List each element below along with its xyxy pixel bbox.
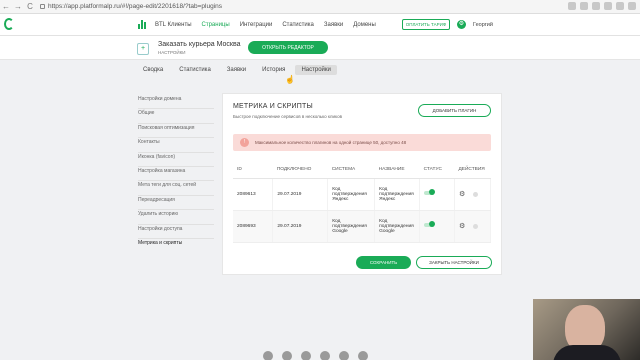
telegram-icon[interactable]	[282, 351, 292, 360]
sidebar-item-general[interactable]: Общие	[138, 109, 214, 124]
alert-icon: !	[240, 138, 249, 147]
sidebar-item-delete-history[interactable]: Удалить историю	[138, 210, 214, 225]
table-row: 2089613 29.07.2019 Код подтверждения Янд…	[233, 178, 491, 211]
settings-icon[interactable]: ⚙	[457, 20, 466, 29]
add-plugin-button[interactable]: ДОБАВИТЬ ПЛАГИН	[418, 104, 491, 117]
table-header: ID ПОДКЛЮЧЕНО СИСТЕМА НАЗВАНИЕ СТАТУС ДЕ…	[233, 162, 491, 179]
cell-actions: ⚙	[454, 178, 491, 211]
vk-icon[interactable]	[301, 351, 311, 360]
cell-id: 2089613	[233, 178, 274, 211]
sidebar-item-shop[interactable]: Настройка магазина	[138, 167, 214, 182]
column-header[interactable]: ID	[233, 162, 273, 179]
extension-icon[interactable]	[616, 2, 624, 10]
tab-requests[interactable]: Заявки	[221, 65, 252, 75]
pay-tariff-button[interactable]: ОПЛАТИТЬ ТАРИФ	[402, 19, 450, 30]
tab-summary[interactable]: Сводка	[137, 65, 169, 75]
cell-status	[419, 178, 455, 211]
browser-toolbar: ← → C https://app.platformalp.ru/#!/page…	[0, 0, 640, 14]
page-icon[interactable]: +	[137, 43, 149, 55]
page-subtitle: НАСТРОЙКИ	[158, 50, 186, 55]
sidebar-item-redirect[interactable]: Переадресация	[138, 196, 214, 211]
webcam-overlay	[533, 299, 640, 360]
extension-icon[interactable]	[628, 2, 636, 10]
cell-name: Код подтверждения Яндекс	[374, 178, 421, 211]
menu-item-requests[interactable]: Заявки	[324, 22, 343, 28]
sidebar-item-contacts[interactable]: Контакты	[138, 138, 214, 153]
menu-item-statistics[interactable]: Статистика	[282, 22, 314, 28]
extension-icon[interactable]	[604, 2, 612, 10]
table-row: 2089693 29.07.2019 Код подтверждения Goo…	[233, 210, 491, 243]
card-subtitle: Быстрое подключение сервисов в несколько…	[233, 114, 342, 119]
top-navigation: BTL Клиенты Страницы Интеграции Статисти…	[0, 14, 640, 36]
page-title: Заказать курьера Москва	[158, 41, 241, 48]
sidebar-item-seo[interactable]: Поисковая оптимизация	[138, 124, 214, 139]
column-header[interactable]: НАЗВАНИЕ	[374, 162, 420, 179]
plugins-table: ID ПОДКЛЮЧЕНО СИСТЕМА НАЗВАНИЕ СТАТУС ДЕ…	[233, 162, 491, 243]
column-header[interactable]: ДЕЙСТВИЯ	[454, 162, 491, 179]
menu-item-domains[interactable]: Домены	[353, 22, 376, 28]
settings-sidebar: Настройки домена Общие Поисковая оптимиз…	[138, 95, 214, 253]
cell-date: 29.07.2019	[272, 210, 329, 243]
social-links	[263, 351, 368, 360]
sidebar-item-metrics[interactable]: Метрика и скрипты	[138, 239, 214, 253]
delete-icon[interactable]	[473, 191, 479, 197]
sidebar-item-access[interactable]: Настройки доступа	[138, 225, 214, 239]
gear-icon[interactable]: ⚙	[459, 222, 465, 230]
presenter-shirt	[553, 345, 621, 360]
column-header[interactable]: ПОДКЛЮЧЕНО	[272, 162, 328, 179]
sidebar-item-domain[interactable]: Настройки домена	[138, 95, 214, 110]
page-header: + Заказать курьера Москва НАСТРОЙКИ ОТКР…	[0, 36, 640, 60]
youtube-icon[interactable]	[263, 351, 273, 360]
brand-logo-icon[interactable]	[138, 20, 146, 29]
forward-icon[interactable]: →	[12, 2, 24, 11]
tab-history[interactable]: История	[256, 65, 291, 75]
plugin-limit-alert: ! Максимальное количество плагинов на од…	[233, 134, 491, 151]
status-toggle[interactable]	[424, 221, 436, 227]
open-editor-button[interactable]: ОТКРЫТЬ РЕДАКТОР	[248, 41, 328, 54]
extension-icon[interactable]	[592, 2, 600, 10]
googleplus-icon[interactable]	[358, 351, 368, 360]
cell-system: Код подтверждения Яндекс	[327, 178, 376, 211]
cell-id: 2089693	[233, 210, 274, 243]
save-button[interactable]: СОХРАНИТЬ	[356, 256, 411, 269]
card-title: МЕТРИКА И СКРИПТЫ	[233, 103, 313, 110]
app-logo-icon[interactable]	[4, 18, 14, 30]
instagram-icon[interactable]	[339, 351, 349, 360]
extension-icon[interactable]	[568, 2, 576, 10]
reload-icon[interactable]: C	[24, 2, 36, 11]
extension-icon[interactable]	[580, 2, 588, 10]
status-toggle[interactable]	[424, 189, 436, 195]
address-bar[interactable]: https://app.platformalp.ru/#!/page-edit/…	[40, 3, 222, 10]
back-icon[interactable]: ←	[0, 2, 12, 11]
page-tabs: Сводка Статистика Заявки История Настрой…	[137, 65, 337, 75]
menu-item-pages[interactable]: Страницы	[202, 22, 230, 28]
cell-name: Код подтверждения Google	[374, 210, 421, 243]
sidebar-item-social-meta[interactable]: Мета теги для соц. сетей	[138, 181, 214, 196]
column-header[interactable]: СИСТЕМА	[327, 162, 375, 179]
url-text: https://app.platformalp.ru/#!/page-edit/…	[48, 3, 222, 10]
delete-icon[interactable]	[473, 223, 479, 229]
tab-statistics[interactable]: Статистика	[173, 65, 217, 75]
cell-actions: ⚙	[454, 210, 491, 243]
menu-item-integrations[interactable]: Интеграции	[240, 22, 273, 28]
facebook-icon[interactable]	[320, 351, 330, 360]
metrics-scripts-card: МЕТРИКА И СКРИПТЫ Быстрое подключение се…	[222, 93, 502, 275]
cell-date: 29.07.2019	[272, 178, 329, 211]
lock-icon	[40, 4, 45, 9]
cell-system: Код подтверждения Google	[327, 210, 376, 243]
user-menu[interactable]: Георгий	[473, 22, 493, 28]
tab-settings[interactable]: Настройки	[295, 65, 337, 75]
gear-icon[interactable]: ⚙	[459, 190, 465, 198]
pointer-cursor-icon: ☝	[285, 75, 295, 84]
close-settings-button[interactable]: ЗАКРЫТЬ НАСТРОЙКИ	[416, 256, 492, 269]
cell-status	[419, 210, 455, 243]
extensions	[568, 2, 636, 10]
main-menu: BTL Клиенты Страницы Интеграции Статисти…	[155, 22, 376, 28]
column-header[interactable]: СТАТУС	[419, 162, 455, 179]
client-selector[interactable]: BTL Клиенты	[155, 22, 192, 28]
alert-text: Максимальное количество плагинов на одно…	[255, 140, 407, 145]
sidebar-item-favicon[interactable]: Иконка (favicon)	[138, 153, 214, 167]
